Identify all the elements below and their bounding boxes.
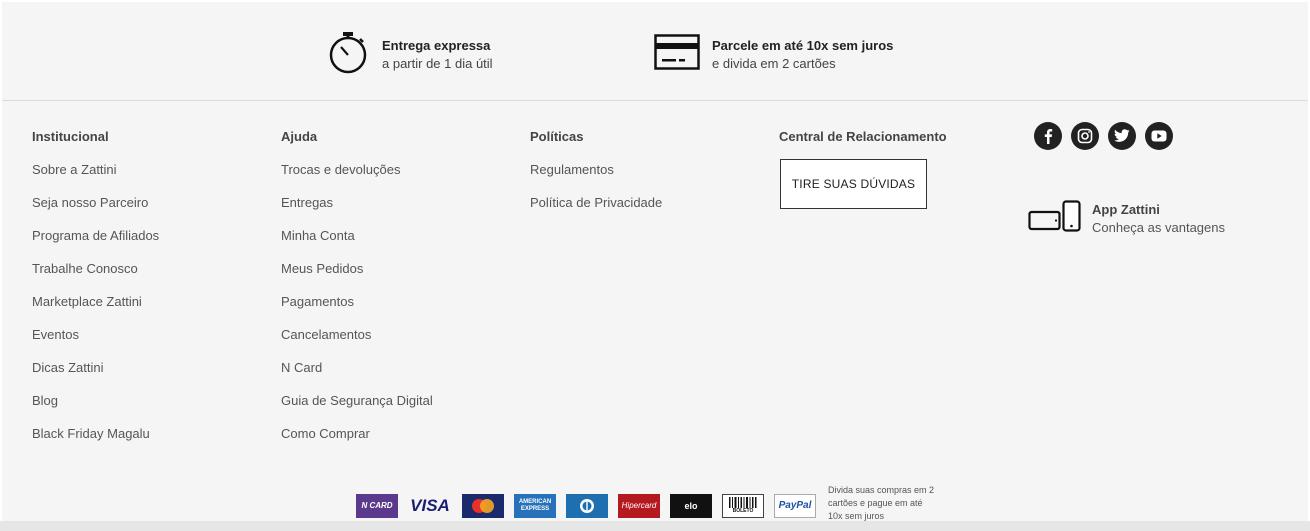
footer: Entrega expressa a partir de 1 dia útil …: [2, 2, 1308, 521]
column-title-politicas: Políticas: [530, 129, 584, 144]
link-meus-pedidos[interactable]: Meus Pedidos: [281, 261, 363, 276]
link-trabalhe-conosco[interactable]: Trabalhe Conosco: [32, 261, 138, 276]
link-cancelamentos[interactable]: Cancelamentos: [281, 327, 371, 342]
link-minha-conta[interactable]: Minha Conta: [281, 228, 355, 243]
link-marketplace-zattini[interactable]: Marketplace Zattini: [32, 294, 142, 309]
boleto-label: BOLETO: [732, 508, 754, 514]
devices-icon: [1028, 200, 1082, 237]
benefit-installments: Parcele em até 10x sem juros e divida em…: [654, 34, 893, 75]
link-sobre-a-zattini[interactable]: Sobre a Zattini: [32, 162, 117, 177]
column-politicas: Políticas Regulamentos Política de Priva…: [530, 128, 662, 227]
boleto-logo: BOLETO: [722, 493, 764, 518]
link-blog[interactable]: Blog: [32, 393, 58, 408]
link-eventos[interactable]: Eventos: [32, 327, 79, 342]
link-pagamentos[interactable]: Pagamentos: [281, 294, 354, 309]
link-como-comprar[interactable]: Como Comprar: [281, 426, 370, 441]
benefit-express-delivery: Entrega expressa a partir de 1 dia útil: [328, 30, 493, 79]
link-politica-de-privacidade[interactable]: Política de Privacidade: [530, 195, 662, 210]
instagram-icon[interactable]: [1071, 122, 1099, 150]
link-entregas[interactable]: Entregas: [281, 195, 333, 210]
paypal-label: PayPal: [778, 500, 812, 511]
link-trocas-e-devolucoes[interactable]: Trocas e devoluções: [281, 162, 400, 177]
mastercard-logo: [462, 493, 504, 518]
link-guia-seguranca-digital[interactable]: Guia de Segurança Digital: [281, 393, 433, 408]
bottom-strip: [0, 521, 1310, 531]
app-promo[interactable]: App Zattini Conheça as vantagens: [1028, 200, 1225, 237]
credit-card-icon: [654, 34, 700, 75]
benefit-installments-subtitle: e divida em 2 cartões: [712, 55, 836, 71]
stopwatch-icon: [328, 30, 368, 79]
benefit-express-subtitle: a partir de 1 dia útil: [382, 55, 493, 71]
hipercard-logo: Hipercard: [618, 493, 660, 518]
tire-suas-duvidas-button[interactable]: TIRE SUAS DÚVIDAS: [780, 159, 927, 209]
paypal-logo: PayPal: [774, 493, 816, 518]
column-title-central: Central de Relacionamento: [779, 129, 947, 144]
diners-logo: [566, 493, 608, 518]
column-central: Central de Relacionamento: [779, 128, 947, 145]
ncard-label: N CARD: [361, 501, 393, 510]
app-title: App Zattini: [1092, 201, 1160, 217]
payment-methods: N CARD VISA AMERICAN EXPRESS Hipercard e…: [356, 485, 938, 523]
link-regulamentos[interactable]: Regulamentos: [530, 162, 614, 177]
twitter-icon[interactable]: [1108, 122, 1136, 150]
column-ajuda: Ajuda Trocas e devoluções Entregas Minha…: [281, 128, 433, 458]
link-n-card[interactable]: N Card: [281, 360, 322, 375]
visa-logo: VISA: [408, 494, 452, 518]
link-black-friday-magalu[interactable]: Black Friday Magalu: [32, 426, 150, 441]
social-links: [1034, 122, 1182, 150]
ncard-logo: N CARD: [356, 493, 398, 518]
amex-logo: AMERICAN EXPRESS: [514, 493, 556, 518]
benefit-installments-title: Parcele em até 10x sem juros: [712, 37, 894, 53]
visa-label: VISA: [410, 495, 450, 515]
payment-note: Divida suas compras em 2 cartões e pague…: [828, 485, 935, 521]
link-dicas-zattini[interactable]: Dicas Zattini: [32, 360, 104, 375]
link-programa-de-afiliados[interactable]: Programa de Afiliados: [32, 228, 159, 243]
column-title-ajuda: Ajuda: [281, 129, 318, 144]
hipercard-label: Hipercard: [621, 501, 657, 510]
app-subtitle: Conheça as vantagens: [1092, 219, 1225, 235]
link-seja-nosso-parceiro[interactable]: Seja nosso Parceiro: [32, 195, 148, 210]
facebook-icon[interactable]: [1034, 122, 1062, 150]
column-title-institucional: Institucional: [32, 129, 109, 144]
amex-label: AMERICAN EXPRESS: [518, 498, 552, 512]
benefit-express-title: Entrega expressa: [382, 37, 491, 53]
column-institucional: Institucional Sobre a Zattini Seja nosso…: [32, 128, 159, 458]
divider: [2, 100, 1308, 101]
elo-label: elo: [684, 500, 698, 511]
youtube-icon[interactable]: [1145, 122, 1173, 150]
elo-logo: elo: [670, 493, 712, 518]
